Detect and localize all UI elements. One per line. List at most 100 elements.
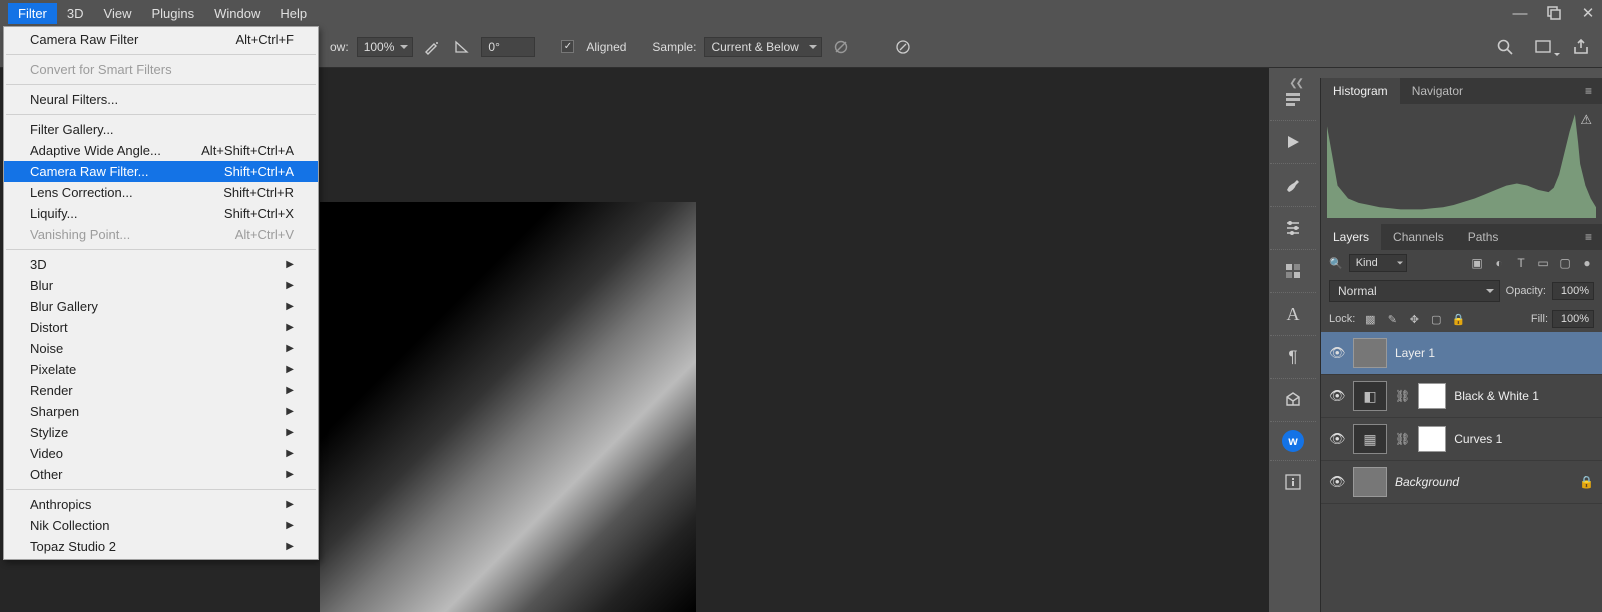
menu-item-blur[interactable]: Blur▶ xyxy=(4,275,318,296)
angle-field[interactable]: 0° xyxy=(481,37,535,57)
link-icon[interactable]: ⛓ xyxy=(1395,389,1410,403)
aligned-checkbox[interactable] xyxy=(561,40,574,53)
layer-row[interactable]: 👁Layer 1 xyxy=(1321,332,1602,375)
menu-item-other[interactable]: Other▶ xyxy=(4,464,318,485)
menu-item-lens-correction[interactable]: Lens Correction...Shift+Ctrl+R xyxy=(4,182,318,203)
adjustment-thumb[interactable]: ▦ xyxy=(1353,424,1387,454)
layers-panel-menu-icon[interactable]: ≡ xyxy=(1575,224,1602,250)
menu-view[interactable]: View xyxy=(94,3,142,24)
visibility-icon[interactable]: 👁 xyxy=(1329,388,1345,404)
aligned-label: Aligned xyxy=(586,40,626,54)
menu-3d[interactable]: 3D xyxy=(57,3,94,24)
layer-kind-combo[interactable]: Kind xyxy=(1349,254,1407,272)
properties-icon[interactable] xyxy=(1280,86,1306,112)
menu-item-video[interactable]: Video▶ xyxy=(4,443,318,464)
tab-navigator[interactable]: Navigator xyxy=(1400,78,1475,104)
fill-field[interactable]: 100% xyxy=(1552,310,1594,328)
minimize-button[interactable]: — xyxy=(1510,3,1530,23)
sample-combo[interactable]: Current & Below xyxy=(704,37,822,57)
filter-menu: Camera Raw FilterAlt+Ctrl+F Convert for S… xyxy=(3,26,319,560)
share-icon[interactable] xyxy=(1570,36,1592,58)
ignore-adjustment-icon[interactable] xyxy=(830,36,852,58)
filter-shape-icon[interactable]: ▭ xyxy=(1536,256,1550,270)
menu-item-adaptive-wide-angle[interactable]: Adaptive Wide Angle...Alt+Shift+Ctrl+A xyxy=(4,140,318,161)
filter-toggle-icon[interactable]: ● xyxy=(1580,256,1594,270)
menu-item-filter-gallery[interactable]: Filter Gallery... xyxy=(4,119,318,140)
filter-pixel-icon[interactable]: ▣ xyxy=(1470,256,1484,270)
lock-artboard-icon[interactable]: ▢ xyxy=(1429,312,1443,326)
visibility-icon[interactable]: 👁 xyxy=(1329,431,1345,447)
layer-name: Background xyxy=(1395,475,1459,489)
screen-mode-icon[interactable] xyxy=(1532,36,1554,58)
brush-icon[interactable] xyxy=(1280,172,1306,198)
menu-item-sharpen[interactable]: Sharpen▶ xyxy=(4,401,318,422)
menu-item-render[interactable]: Render▶ xyxy=(4,380,318,401)
menu-item-blur-gallery[interactable]: Blur Gallery▶ xyxy=(4,296,318,317)
link-icon[interactable]: ⛓ xyxy=(1395,432,1410,446)
tab-histogram[interactable]: Histogram xyxy=(1321,78,1400,104)
menu-window[interactable]: Window xyxy=(204,3,270,24)
menu-help[interactable]: Help xyxy=(270,3,317,24)
menu-item-pixelate[interactable]: Pixelate▶ xyxy=(4,359,318,380)
info-icon[interactable] xyxy=(1280,469,1306,495)
layer-mask-thumb[interactable] xyxy=(1418,426,1446,452)
styles-icon[interactable] xyxy=(1280,258,1306,284)
filter-type-icon[interactable]: T xyxy=(1514,256,1528,270)
filter-smart-icon[interactable]: ▢ xyxy=(1558,256,1572,270)
menu-item-anthropics[interactable]: Anthropics▶ xyxy=(4,494,318,515)
opacity-field[interactable]: 100% xyxy=(1552,282,1594,300)
close-button[interactable]: ✕ xyxy=(1578,3,1598,23)
angle-icon[interactable] xyxy=(451,36,473,58)
tab-layers[interactable]: Layers xyxy=(1321,224,1381,250)
menu-item-nik-collection[interactable]: Nik Collection▶ xyxy=(4,515,318,536)
menu-item-liquify[interactable]: Liquify...Shift+Ctrl+X xyxy=(4,203,318,224)
lock-all-icon[interactable]: 🔒 xyxy=(1451,312,1465,326)
lock-pixels-icon[interactable]: ✎ xyxy=(1385,312,1399,326)
layer-thumb[interactable] xyxy=(1353,467,1387,497)
histogram-chart xyxy=(1327,110,1596,218)
menu-item-camera-raw-filter[interactable]: Camera Raw Filter...Shift+Ctrl+A xyxy=(4,161,318,182)
adjustment-thumb[interactable]: ◧ xyxy=(1353,381,1387,411)
tab-channels[interactable]: Channels xyxy=(1381,224,1456,250)
menu-plugins[interactable]: Plugins xyxy=(141,3,204,24)
menu-item-neural-filters[interactable]: Neural Filters... xyxy=(4,89,318,110)
histogram-warning-icon[interactable]: ⚠ xyxy=(1580,112,1592,128)
libraries-icon[interactable] xyxy=(1280,387,1306,413)
menu-item-topaz-studio-2[interactable]: Topaz Studio 2▶ xyxy=(4,536,318,557)
menu-item-3d[interactable]: 3D▶ xyxy=(4,254,318,275)
layer-row[interactable]: 👁 Background 🔒 xyxy=(1321,461,1602,504)
document-image xyxy=(320,202,696,612)
lock-row: Lock: ▩ ✎ ✥ ▢ 🔒 Fill: 100% xyxy=(1321,306,1602,332)
lock-transparency-icon[interactable]: ▩ xyxy=(1363,312,1377,326)
adjustments-icon[interactable] xyxy=(1280,215,1306,241)
menu-filter[interactable]: Filter xyxy=(8,3,57,24)
lock-icon[interactable]: 🔒 xyxy=(1579,475,1594,489)
filter-adjust-icon[interactable]: ◐ xyxy=(1492,256,1506,270)
menu-item-distort[interactable]: Distort▶ xyxy=(4,317,318,338)
layer-thumb[interactable] xyxy=(1353,338,1387,368)
search-icon[interactable] xyxy=(1494,36,1516,58)
play-icon[interactable] xyxy=(1280,129,1306,155)
menu-item-camera-raw-filter[interactable]: Camera Raw FilterAlt+Ctrl+F xyxy=(4,29,318,50)
airbrush-icon[interactable] xyxy=(421,36,443,58)
paragraph-icon[interactable]: ¶ xyxy=(1280,344,1306,370)
blend-mode-combo[interactable]: Normal xyxy=(1329,280,1500,302)
opacity-label: Opacity: xyxy=(1506,285,1546,297)
plugin-w-icon[interactable]: w xyxy=(1282,430,1304,452)
menu-item-stylize[interactable]: Stylize▶ xyxy=(4,422,318,443)
layer-row[interactable]: 👁▦⛓Curves 1 xyxy=(1321,418,1602,461)
visibility-icon[interactable]: 👁 xyxy=(1329,474,1345,490)
layer-list: 👁Layer 1👁◧⛓Black & White 1👁▦⛓Curves 1👁Ba… xyxy=(1321,332,1602,612)
flow-combo[interactable]: 100% xyxy=(357,37,414,57)
pressure-size-icon[interactable] xyxy=(892,36,914,58)
character-icon[interactable]: A xyxy=(1280,301,1306,327)
visibility-icon[interactable]: 👁 xyxy=(1329,345,1345,361)
menu-item-convert-for-smart-filters: Convert for Smart Filters xyxy=(4,59,318,80)
maximize-button[interactable] xyxy=(1544,3,1564,23)
tab-paths[interactable]: Paths xyxy=(1456,224,1511,250)
menu-item-noise[interactable]: Noise▶ xyxy=(4,338,318,359)
layer-row[interactable]: 👁◧⛓Black & White 1 xyxy=(1321,375,1602,418)
layer-mask-thumb[interactable] xyxy=(1418,383,1446,409)
lock-position-icon[interactable]: ✥ xyxy=(1407,312,1421,326)
histogram-panel-menu-icon[interactable]: ≡ xyxy=(1575,78,1602,104)
